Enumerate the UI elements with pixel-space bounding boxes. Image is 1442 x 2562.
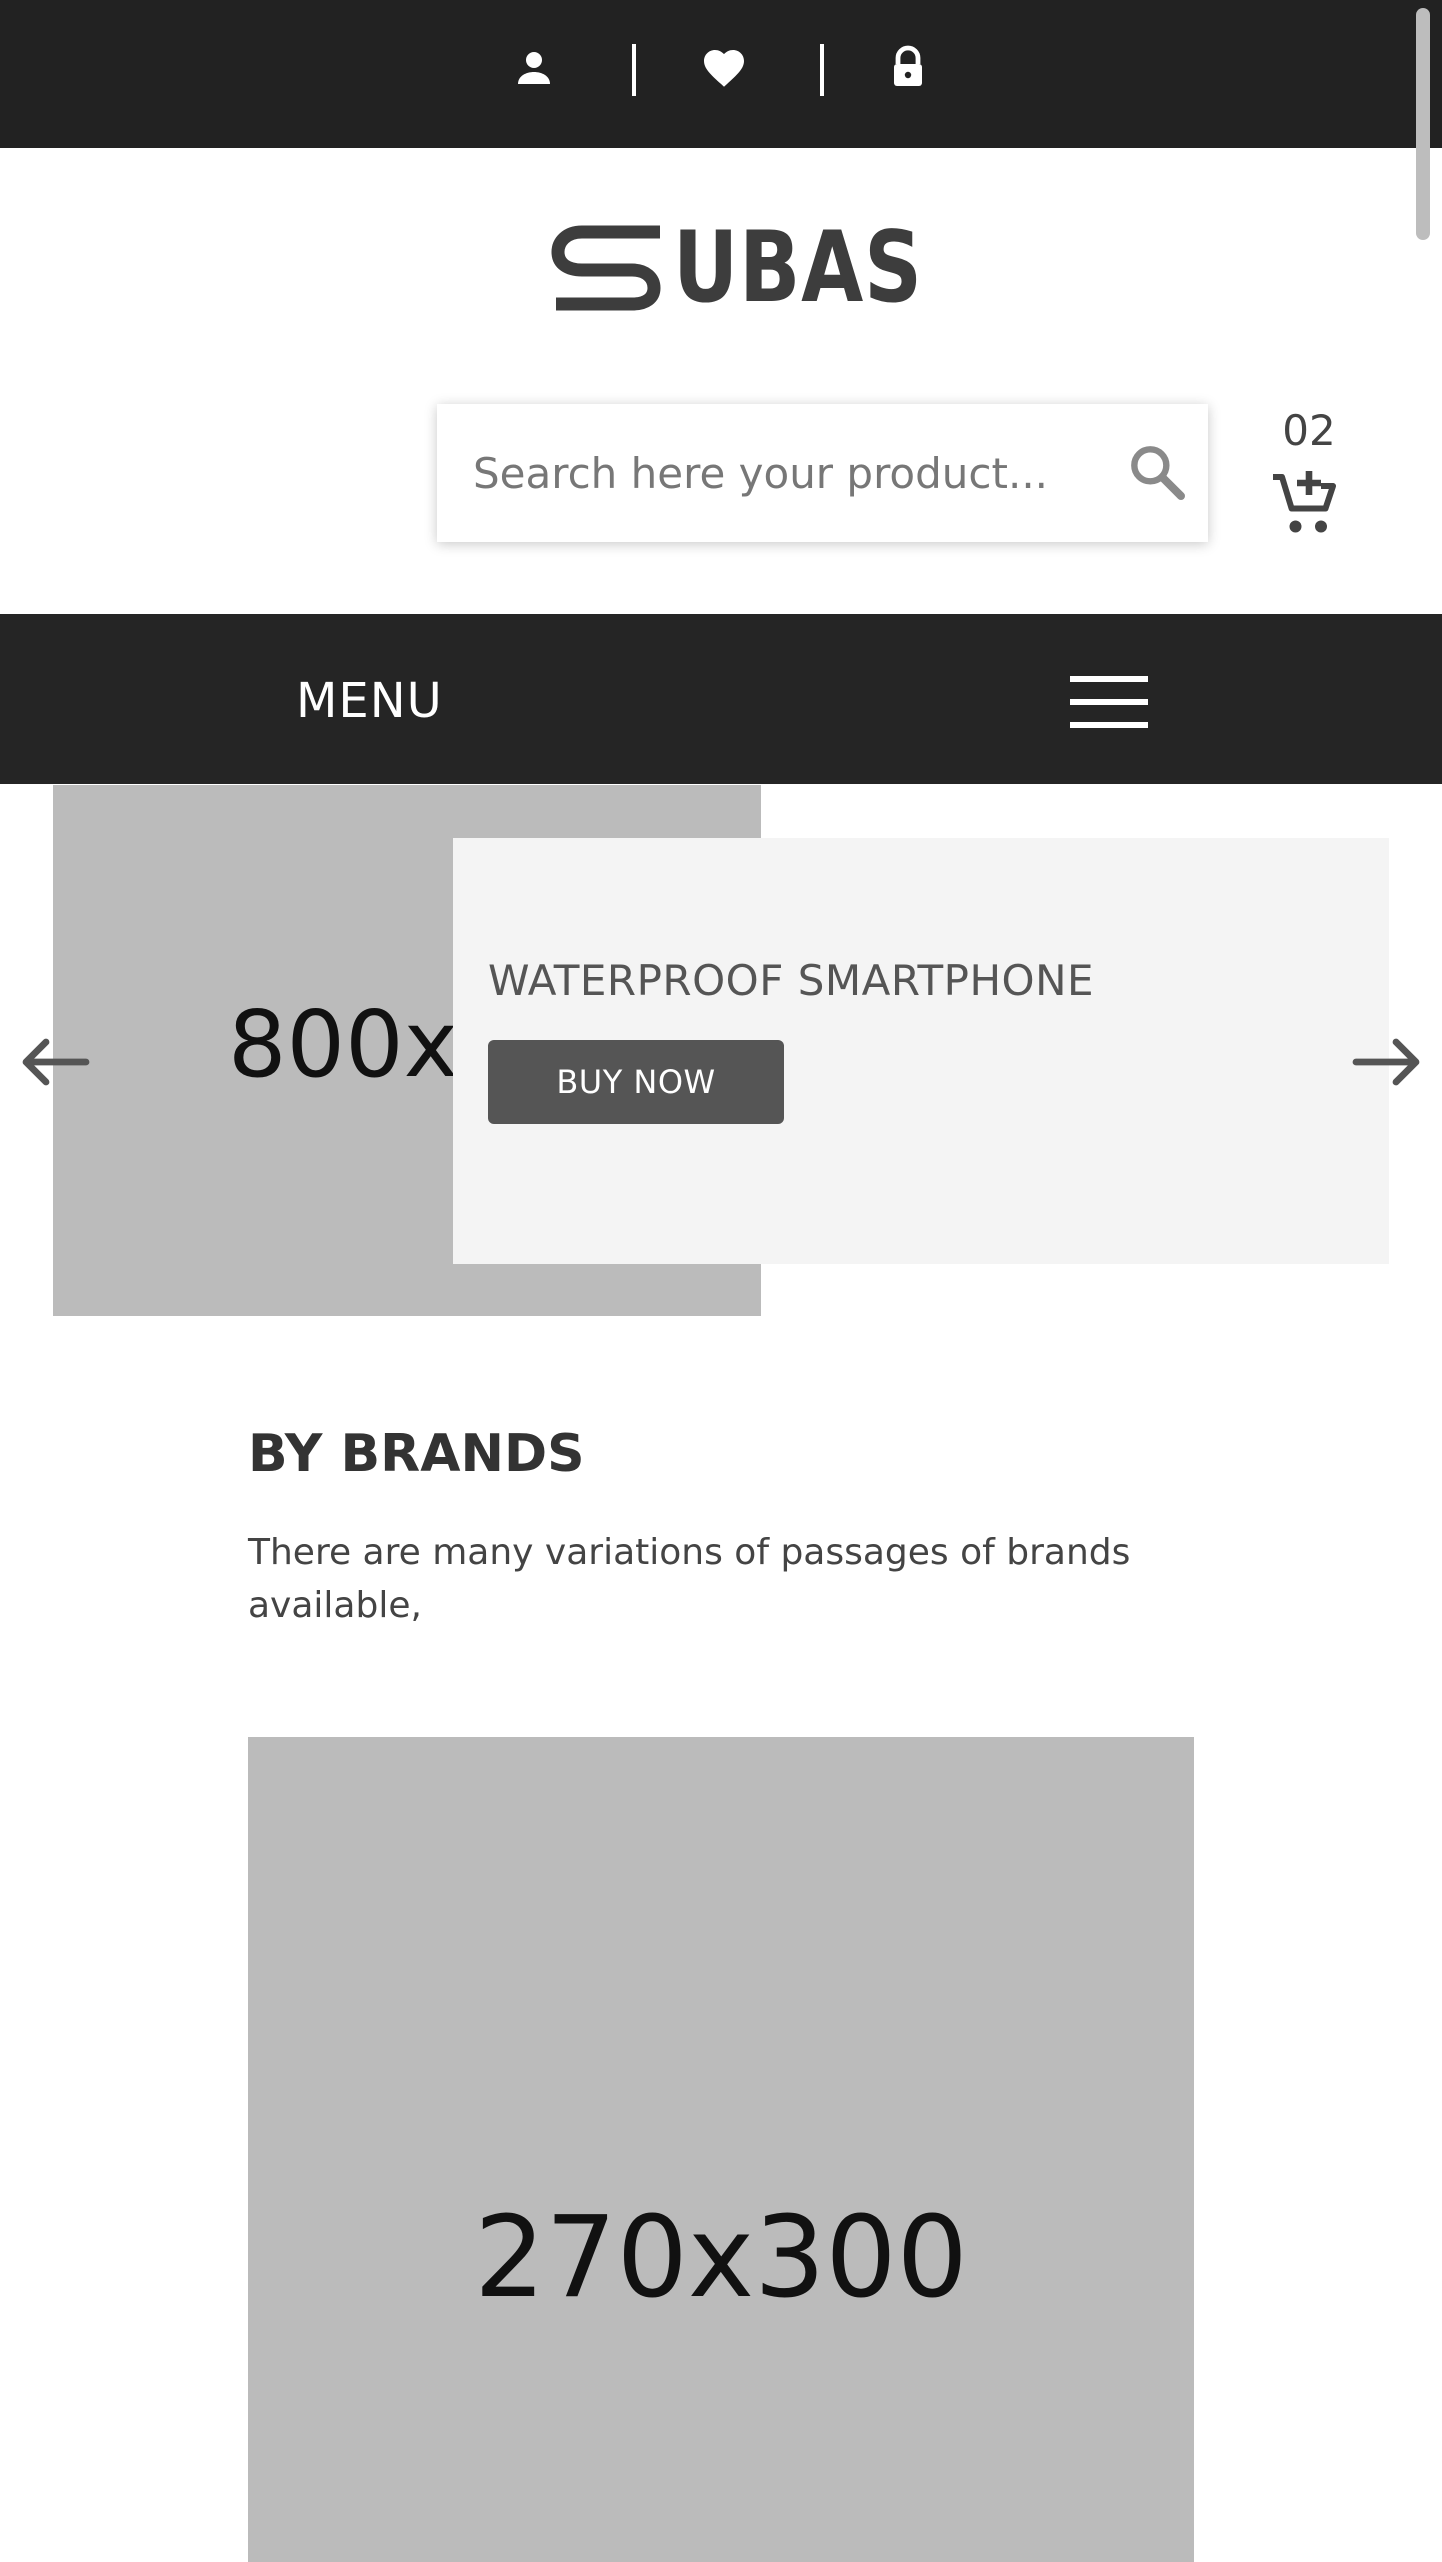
section-title: BY BRANDS <box>248 1424 585 1484</box>
menu-bar: MENU <box>0 614 1442 784</box>
slide-title: WATERPROOF SMARTPHONE <box>488 956 1095 1005</box>
cart-add-icon[interactable] <box>1268 468 1344 540</box>
brand-image-label: 270x300 <box>474 2193 968 2323</box>
top-bar <box>0 0 1442 148</box>
hamburger-line <box>1070 676 1148 682</box>
menu-label[interactable]: MENU <box>296 676 443 726</box>
brand-image-placeholder[interactable]: 270x300 <box>248 1737 1194 2562</box>
buy-now-button[interactable]: BUY NOW <box>488 1040 784 1124</box>
logo-mark-icon <box>551 225 661 311</box>
site-logo[interactable]: UBAS <box>548 214 922 320</box>
hamburger-icon[interactable] <box>1070 676 1148 728</box>
slide-caption-panel: WATERPROOF SMARTPHONE BUY NOW <box>453 838 1389 1264</box>
scrollbar-thumb[interactable] <box>1416 8 1430 240</box>
arrow-right-icon[interactable] <box>1352 1034 1424 1090</box>
search-icon[interactable] <box>1125 440 1189 504</box>
search-input[interactable] <box>473 434 1093 512</box>
lock-icon[interactable] <box>884 44 932 92</box>
top-bar-divider <box>820 44 824 96</box>
top-bar-divider <box>632 44 636 96</box>
user-icon[interactable] <box>510 44 558 92</box>
arrow-left-icon[interactable] <box>18 1034 90 1090</box>
hamburger-line <box>1070 699 1148 705</box>
logo-text: UBAS <box>673 211 923 325</box>
cart-count: 02 <box>1282 406 1336 455</box>
hamburger-line <box>1070 722 1148 728</box>
heart-icon[interactable] <box>700 44 748 92</box>
section-description: There are many variations of passages of… <box>248 1532 1131 1626</box>
search-box <box>437 404 1208 542</box>
